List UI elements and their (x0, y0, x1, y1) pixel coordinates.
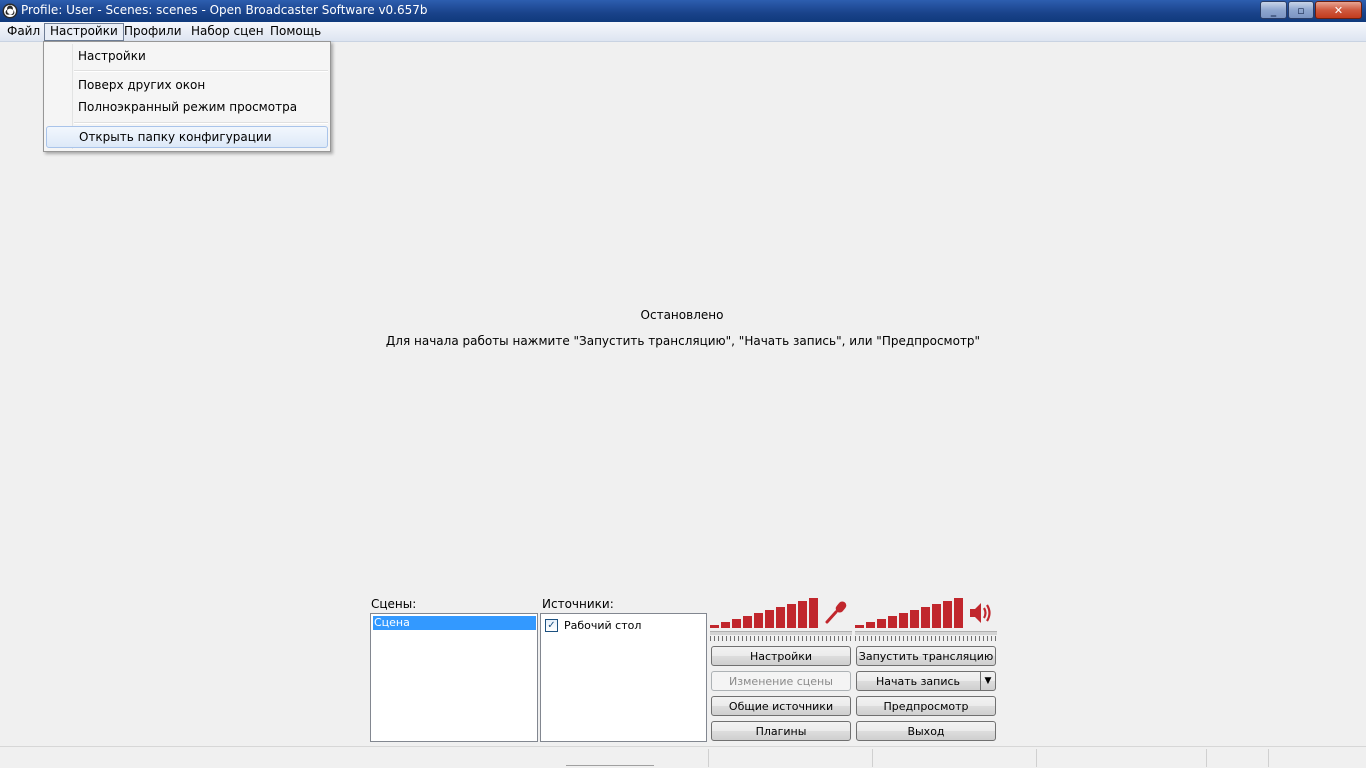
mic-meter-bar (732, 619, 741, 628)
dropdown-item-open-config-folder[interactable]: Открыть папку конфигурации (46, 126, 328, 148)
desktop-meter-bar (888, 616, 897, 628)
preview-status-text: Остановлено (640, 308, 724, 322)
mic-meter-bar (765, 610, 774, 628)
mic-meter-bar (798, 601, 807, 628)
desktop-meter-bar (899, 613, 908, 628)
mic-meter-bar (754, 613, 763, 628)
status-bar-divider (1036, 749, 1037, 767)
global-sources-button[interactable]: Общие источники (711, 696, 851, 716)
status-bar-divider (708, 749, 709, 767)
menu-separator (74, 122, 328, 124)
desktop-meter-bar (943, 601, 952, 628)
mic-meter-bar (776, 607, 785, 628)
close-button[interactable]: ✕ (1315, 1, 1362, 19)
start-stream-button[interactable]: Запустить трансляцию (856, 646, 996, 666)
preview-hint: Для начала работы нажмите "Запустить тра… (385, 334, 981, 348)
status-bar-divider (1206, 749, 1207, 767)
scene-list-item[interactable]: Сцена (373, 616, 536, 630)
preview-status: Остановлено (0, 308, 1366, 322)
chevron-down-icon[interactable]: ▼ (980, 672, 995, 690)
sources-label: Источники: (542, 597, 614, 611)
menu-scene-collection[interactable]: Набор сцен (186, 23, 269, 41)
sources-list[interactable]: ✓ Рабочий стол (540, 613, 707, 742)
minimize-icon: _ (1270, 3, 1277, 17)
desktop-meter-bar (866, 622, 875, 628)
minimize-button[interactable]: _ (1260, 1, 1287, 19)
status-bar-divider (1268, 749, 1269, 767)
mic-volume-slider[interactable] (710, 631, 852, 635)
status-bar (0, 746, 1366, 768)
status-bar-divider (872, 749, 873, 767)
scenes-label: Сцены: (371, 597, 417, 611)
mic-meter-bar (787, 604, 796, 628)
menu-help[interactable]: Помощь (265, 23, 326, 41)
desktop-meter-bar (910, 610, 919, 628)
menu-bar: Файл Настройки Профили Набор сцен Помощь (0, 22, 1366, 42)
desktop-meter-bar (932, 604, 941, 628)
desktop-meter-bar (921, 607, 930, 628)
desktop-meter-ticks (855, 636, 997, 641)
start-record-button[interactable]: Начать запись ▼ (856, 671, 996, 691)
speaker-icon[interactable] (968, 600, 994, 626)
menu-file[interactable]: Файл (2, 23, 45, 41)
source-list-item[interactable]: ✓ Рабочий стол (545, 617, 641, 633)
dropdown-item-settings[interactable]: Настройки (46, 45, 328, 67)
menu-separator (74, 70, 328, 72)
maximize-icon: ▫ (1297, 3, 1305, 17)
exit-button[interactable]: Выход (856, 721, 996, 741)
microphone-icon[interactable] (823, 599, 849, 625)
close-icon: ✕ (1333, 3, 1344, 17)
settings-dropdown-menu: Настройки Поверх других окон Полноэкранн… (43, 41, 331, 152)
desktop-meter-bars (855, 598, 963, 628)
desktop-volume-slider[interactable] (855, 631, 997, 635)
dropdown-item-always-on-top[interactable]: Поверх других окон (46, 74, 328, 96)
mic-meter-bar (721, 622, 730, 628)
preview-button[interactable]: Предпросмотр (856, 696, 996, 716)
settings-button[interactable]: Настройки (711, 646, 851, 666)
mic-meter-ticks (710, 636, 852, 641)
source-label: Рабочий стол (564, 618, 642, 632)
menu-profiles[interactable]: Профили (119, 23, 187, 41)
window-title: Profile: User - Scenes: scenes - Open Br… (21, 3, 428, 17)
title-bar: Profile: User - Scenes: scenes - Open Br… (0, 0, 1366, 22)
mic-meter-bar (710, 625, 719, 628)
scene-edit-button[interactable]: Изменение сцены (711, 671, 851, 691)
desktop-meter-bar (855, 625, 864, 628)
menu-settings[interactable]: Настройки (44, 23, 124, 41)
mic-meter-bar (809, 598, 818, 628)
obs-logo-icon (2, 3, 18, 19)
start-record-label: Начать запись (875, 674, 961, 688)
mic-meter-bar (743, 616, 752, 628)
desktop-meter-bar (877, 619, 886, 628)
mic-meter-bars (710, 598, 818, 628)
scenes-list[interactable]: Сцена (370, 613, 538, 742)
plugins-button[interactable]: Плагины (711, 721, 851, 741)
desktop-meter-bar (954, 598, 963, 628)
dropdown-item-fullscreen-preview[interactable]: Полноэкранный режим просмотра (46, 96, 328, 118)
maximize-button[interactable]: ▫ (1288, 1, 1314, 19)
source-checkbox[interactable]: ✓ (545, 618, 558, 632)
